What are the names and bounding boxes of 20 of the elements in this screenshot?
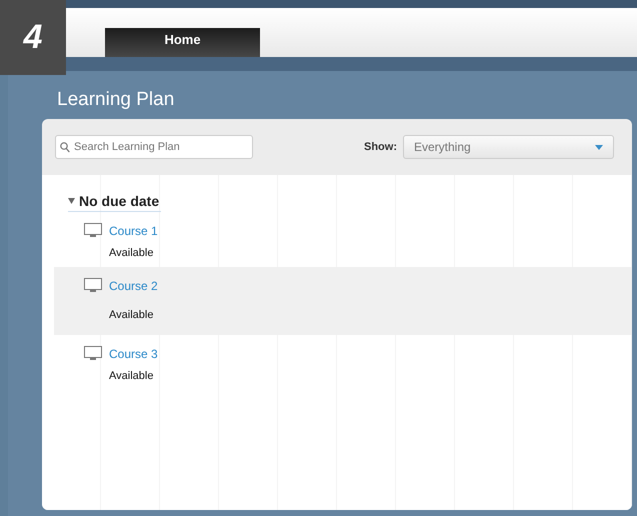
step-number-badge: 4 [0,0,66,75]
course-row[interactable]: Course 2 Available [54,267,632,335]
course-link[interactable]: Course 2 [109,279,158,293]
course-status: Available [109,370,154,382]
course-status: Available [109,247,154,259]
monitor-icon [84,346,102,361]
course-status: Available [109,309,154,321]
page-title: Learning Plan [57,89,176,111]
course-link[interactable]: Course 1 [109,224,158,238]
course-link[interactable]: Course 3 [109,347,158,361]
group-header[interactable]: No due date [68,193,162,212]
monitor-icon [84,223,102,238]
expand-triangle-icon [68,198,75,204]
monitor-icon [84,278,102,293]
dropdown-caret-icon [595,144,603,150]
show-label: Show: [364,141,397,153]
home-tab[interactable]: Home [105,28,260,57]
search-field[interactable]: Search Learning Plan [55,135,253,159]
show-dropdown[interactable]: Everything [403,135,614,159]
search-icon [60,142,70,153]
